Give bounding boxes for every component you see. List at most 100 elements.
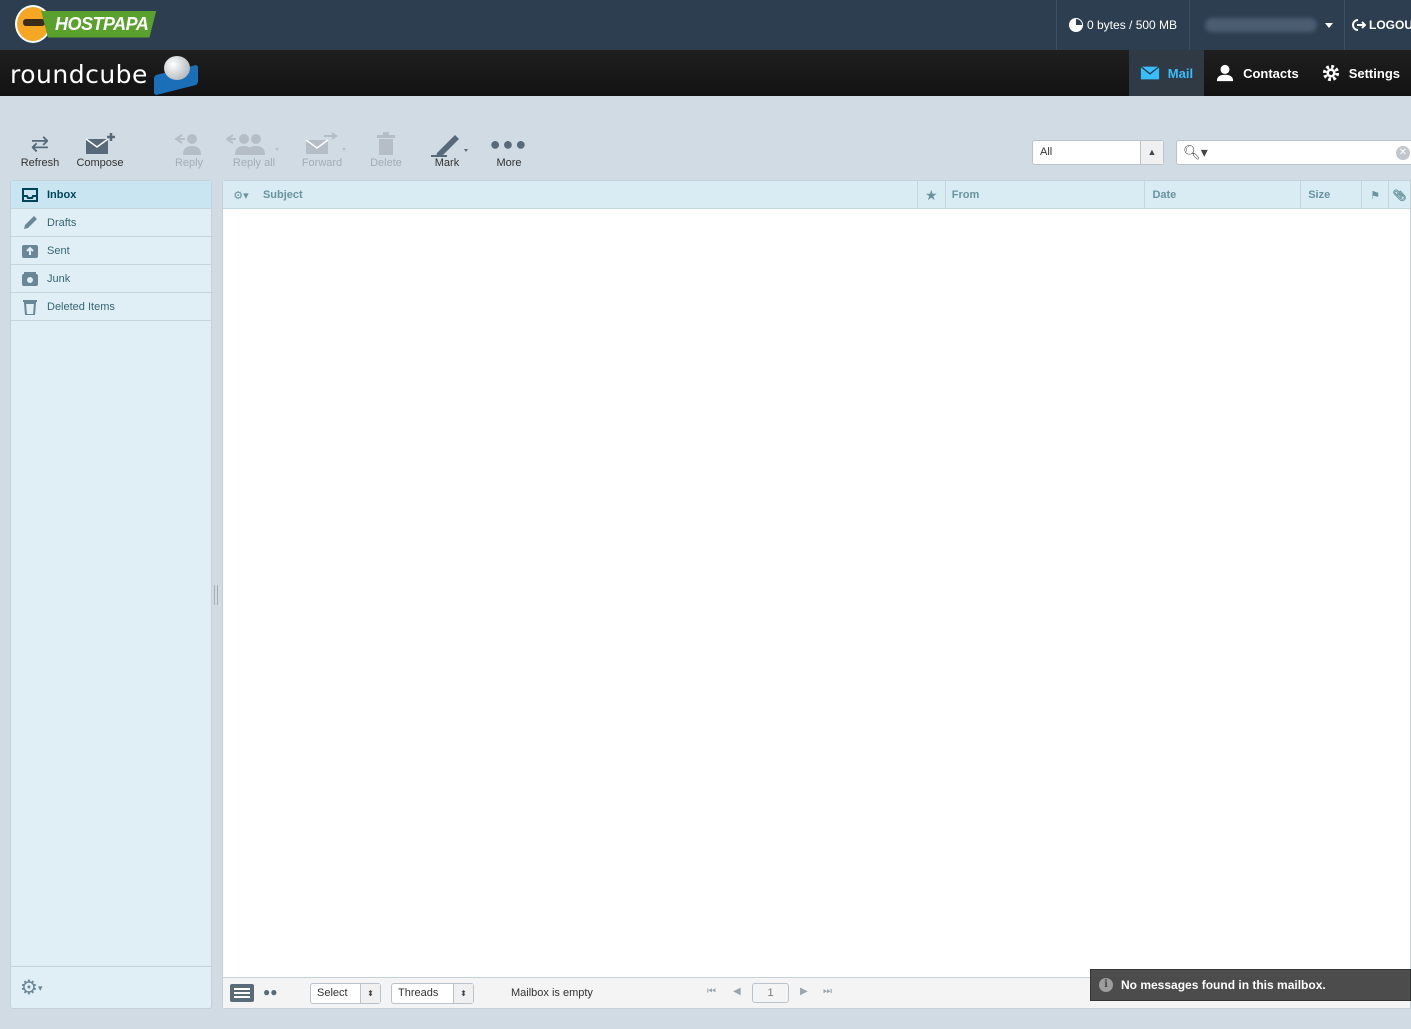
more-dots-icon: ●●● bbox=[489, 133, 529, 154]
logout-icon bbox=[1352, 19, 1366, 31]
task-mail[interactable]: Mail bbox=[1128, 50, 1205, 96]
folder-list: Inbox Drafts Sent Junk Deleted Items ⚙▾ bbox=[10, 180, 212, 1009]
roundcube-cube-icon bbox=[153, 54, 198, 96]
column-date[interactable]: Date bbox=[1145, 181, 1302, 209]
filter-select[interactable]: All ▲ bbox=[1032, 140, 1164, 165]
reply-icon bbox=[173, 130, 205, 158]
folder-drafts[interactable]: Drafts bbox=[11, 209, 211, 237]
gear-icon bbox=[1322, 64, 1339, 82]
refresh-label: Refresh bbox=[20, 157, 60, 169]
column-subject[interactable]: Subject bbox=[259, 181, 918, 209]
column-from-label: From bbox=[951, 189, 980, 201]
column-from[interactable]: From bbox=[946, 181, 1146, 209]
pie-chart-icon bbox=[1069, 18, 1083, 32]
quota-text: 0 bytes / 500 MB bbox=[1087, 18, 1178, 32]
compose-button[interactable]: Compose bbox=[70, 130, 130, 169]
column-flag-icon[interactable]: ⚑ bbox=[1362, 181, 1390, 209]
refresh-arrows-icon: ⇄ bbox=[30, 131, 50, 156]
column-size[interactable]: Size bbox=[1301, 181, 1363, 209]
envelope-icon bbox=[1140, 66, 1160, 80]
delete-label: Delete bbox=[370, 157, 402, 169]
pencil-icon bbox=[24, 215, 37, 229]
folder-actions-gear-icon[interactable]: ⚙▾ bbox=[20, 975, 56, 999]
reply-button[interactable]: Reply bbox=[159, 130, 219, 169]
message-list-header: ⚙▾ Subject ★ From Date Size ⚑ 📎︎ bbox=[223, 181, 1410, 209]
task-settings[interactable]: Settings bbox=[1310, 50, 1411, 96]
logout-button[interactable]: LOGOUT bbox=[1352, 0, 1411, 50]
folder-footer: ⚙▾ bbox=[11, 966, 211, 1008]
task-contacts-label: Contacts bbox=[1243, 65, 1299, 81]
select-arrows-icon: ⬍ bbox=[453, 984, 473, 1003]
forward-label: Forward bbox=[301, 157, 343, 169]
threads-menu[interactable]: Threads ⬍ bbox=[391, 983, 474, 1004]
reply-all-label: Reply all bbox=[232, 157, 276, 169]
compose-label: Compose bbox=[76, 157, 124, 169]
mailbox-status: Mailbox is empty bbox=[511, 987, 593, 999]
more-label: More bbox=[496, 157, 522, 169]
previous-page-icon[interactable]: ◀ bbox=[733, 986, 741, 997]
folder-inbox-label: Inbox bbox=[47, 188, 77, 201]
delete-button[interactable]: Delete bbox=[356, 130, 416, 169]
app-header: roundcube Mail Contacts Settings bbox=[0, 50, 1411, 96]
search-options-icon[interactable]: 🔍︎▾ bbox=[1183, 144, 1208, 161]
roundcube-logo[interactable]: roundcube bbox=[10, 54, 198, 96]
hostpapa-logo[interactable]: HOSTPAPA bbox=[15, 3, 157, 45]
column-subject-label: Subject bbox=[262, 189, 303, 201]
task-settings-label: Settings bbox=[1348, 65, 1400, 81]
hostpapa-wordmark: HOSTPAPA bbox=[41, 10, 157, 38]
notification-toast[interactable]: i No messages found in this mailbox. bbox=[1090, 969, 1411, 1001]
select-arrows-icon: ▲ bbox=[1140, 141, 1163, 164]
threads-view-icon[interactable]: ●● bbox=[263, 985, 278, 999]
blurred-username bbox=[1205, 18, 1317, 32]
list-view-icon[interactable] bbox=[230, 984, 254, 1002]
roundcube-wordmark: roundcube bbox=[10, 59, 148, 89]
pane-splitter[interactable] bbox=[214, 585, 218, 605]
host-bar: HOSTPAPA 0 bytes / 500 MB LOGOUT bbox=[0, 0, 1411, 50]
junk-icon bbox=[22, 271, 38, 286]
reply-all-icon bbox=[226, 130, 282, 158]
trash-icon bbox=[376, 130, 396, 158]
task-contacts[interactable]: Contacts bbox=[1204, 50, 1310, 96]
threads-menu-label: Threads bbox=[398, 987, 439, 999]
column-size-label: Size bbox=[1308, 189, 1331, 201]
forward-button[interactable]: Forward bbox=[292, 130, 352, 169]
reply-all-button[interactable]: Reply all bbox=[224, 130, 284, 169]
user-account-menu[interactable] bbox=[1195, 0, 1345, 50]
column-attachment-icon[interactable]: 📎︎ bbox=[1389, 181, 1410, 209]
page-number-input[interactable]: 1 bbox=[752, 983, 789, 1003]
folder-sent[interactable]: Sent bbox=[11, 237, 211, 265]
logout-label: LOGOUT bbox=[1369, 18, 1411, 32]
folder-drafts-label: Drafts bbox=[47, 216, 77, 229]
notification-text: No messages found in this mailbox. bbox=[1121, 978, 1326, 992]
refresh-button[interactable]: ⇄ Refresh bbox=[10, 130, 70, 169]
pen-icon bbox=[425, 130, 469, 158]
search-input[interactable] bbox=[1207, 144, 1387, 161]
person-icon bbox=[1216, 64, 1234, 82]
next-page-icon[interactable]: ▶ bbox=[800, 986, 808, 997]
folder-deleted-items-label: Deleted Items bbox=[47, 300, 115, 313]
last-page-icon[interactable]: ⏭ bbox=[823, 986, 832, 997]
inbox-icon bbox=[22, 187, 38, 202]
list-options-gear-icon[interactable]: ⚙▾ bbox=[223, 181, 259, 209]
quota-indicator: 0 bytes / 500 MB bbox=[1056, 0, 1191, 50]
folder-inbox[interactable]: Inbox bbox=[11, 181, 211, 209]
folder-junk[interactable]: Junk bbox=[11, 265, 211, 293]
task-nav: Mail Contacts Settings bbox=[1128, 50, 1411, 96]
mark-button[interactable]: Mark bbox=[417, 130, 477, 169]
folder-junk-label: Junk bbox=[47, 272, 71, 285]
clear-search-icon[interactable]: ✕ bbox=[1396, 146, 1410, 160]
search-box[interactable]: 🔍︎▾ ✕ bbox=[1176, 140, 1411, 165]
reply-label: Reply bbox=[174, 157, 204, 169]
filter-selected-value: All bbox=[1040, 146, 1053, 158]
first-page-icon[interactable]: ⏮ bbox=[707, 986, 716, 997]
more-button[interactable]: ●●● More bbox=[479, 130, 539, 170]
compose-envelope-icon bbox=[84, 130, 116, 158]
select-menu-label: Select bbox=[317, 987, 348, 999]
flag-star-icon[interactable]: ★ bbox=[918, 181, 946, 209]
select-menu[interactable]: Select ⬍ bbox=[310, 983, 381, 1004]
select-arrows-icon: ⬍ bbox=[360, 984, 380, 1003]
mark-label: Mark bbox=[434, 157, 460, 169]
folder-sent-label: Sent bbox=[47, 244, 70, 257]
column-date-label: Date bbox=[1152, 189, 1177, 201]
folder-deleted-items[interactable]: Deleted Items bbox=[11, 293, 211, 321]
